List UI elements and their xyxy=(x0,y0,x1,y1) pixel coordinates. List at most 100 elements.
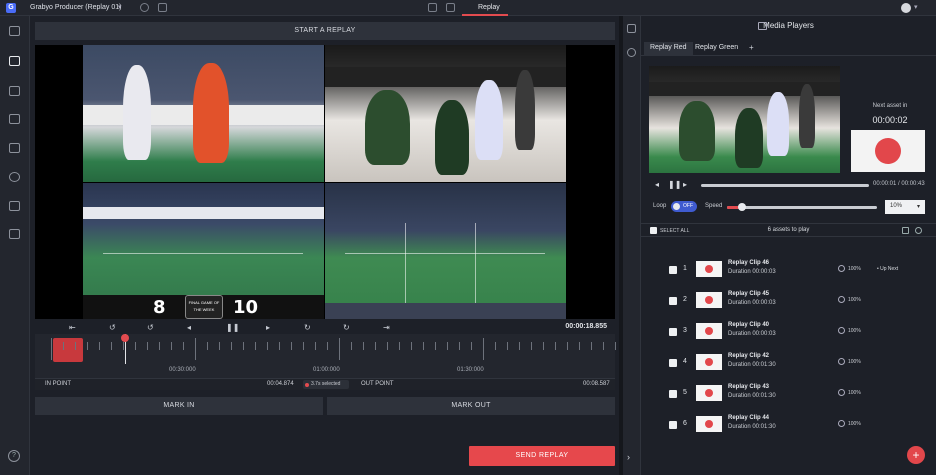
timeline-tick xyxy=(387,342,388,350)
asset-row[interactable]: 1 Replay Clip 46 Duration 00:00:03 100% • Up… xyxy=(641,256,936,287)
add-asset-button[interactable]: + xyxy=(907,446,925,464)
loop-toggle[interactable]: OFF xyxy=(671,201,697,212)
timeline-tick xyxy=(423,342,424,350)
globe-icon[interactable] xyxy=(9,172,20,182)
step-back-icon[interactable]: ◂ xyxy=(655,180,659,189)
timeline-label: 01:00:000 xyxy=(313,367,340,373)
playback-progress[interactable] xyxy=(701,184,869,187)
timeline-tick xyxy=(351,342,352,350)
settings-icon[interactable] xyxy=(627,48,636,57)
step-forward-icon[interactable]: ▸ xyxy=(266,323,270,332)
replay-icon[interactable] xyxy=(446,3,455,12)
asset-row[interactable]: 5 Replay Clip 43 Duration 00:01:30 100% xyxy=(641,380,936,411)
step-back-icon[interactable]: ◂ xyxy=(187,323,191,332)
replay-nav-icon[interactable] xyxy=(9,56,20,66)
settings-icon[interactable] xyxy=(140,3,149,12)
timeline-tick xyxy=(411,342,412,350)
pause-icon[interactable]: ❚❚ xyxy=(226,323,239,332)
timeline-tick xyxy=(555,342,556,350)
tab-replay-red[interactable]: Replay Red xyxy=(644,42,693,56)
timeline-scrubber[interactable]: 00:30:000 01:00:000 01:30:000 xyxy=(35,334,616,378)
settings-icon[interactable] xyxy=(915,227,922,234)
timeline-tick xyxy=(399,342,400,350)
speed-select[interactable]: 10% ▾ xyxy=(885,200,925,214)
timeline-tick xyxy=(459,342,460,350)
mark-out-button[interactable]: MARK OUT xyxy=(327,397,615,415)
next-asset-thumbnail[interactable] xyxy=(851,130,925,172)
chevron-down-icon[interactable]: ▾ xyxy=(914,3,918,11)
layout-icon[interactable] xyxy=(428,3,437,12)
timeline-label: 01:30:000 xyxy=(457,367,484,373)
speed-slider-handle[interactable] xyxy=(738,203,746,211)
app-title[interactable]: Grabyo Producer (Replay 01) xyxy=(30,4,121,11)
go-to-out-icon[interactable]: ⇥ xyxy=(383,323,390,332)
asset-checkbox[interactable] xyxy=(669,266,677,274)
timeline-tick xyxy=(99,342,100,350)
camera-feed-2[interactable] xyxy=(325,45,566,182)
in-point-label: IN POINT xyxy=(45,381,72,387)
asset-row[interactable]: 6 Replay Clip 44 Duration 00:01:30 100% xyxy=(641,411,936,442)
start-replay-button[interactable]: START A REPLAY xyxy=(35,22,615,40)
asset-thumbnail[interactable] xyxy=(696,385,722,401)
pause-icon[interactable]: ❚❚ xyxy=(668,180,681,189)
next-asset-label: Next asset in xyxy=(872,103,908,109)
analytics-icon[interactable] xyxy=(9,201,20,211)
asset-checkbox[interactable] xyxy=(669,328,677,336)
mark-out-label: MARK OUT xyxy=(451,402,491,409)
help-icon[interactable]: ? xyxy=(8,450,20,462)
asset-row[interactable]: 2 Replay Clip 45 Duration 00:00:03 100% xyxy=(641,287,936,318)
asset-thumbnail[interactable] xyxy=(696,292,722,308)
rewind-icon[interactable]: ↺ xyxy=(109,323,116,332)
timeline-tick xyxy=(111,342,112,350)
right-icon-rail xyxy=(623,16,641,475)
avatar[interactable] xyxy=(901,3,911,13)
forward-5s-icon[interactable]: ↻ xyxy=(304,323,311,332)
timeline-tick xyxy=(315,342,316,350)
camera-feed-3[interactable]: 8 FINAL GAME OF THE WEEK 10 xyxy=(83,183,324,319)
camera-feed-1[interactable] xyxy=(83,45,324,182)
tab-replay[interactable]: Replay xyxy=(462,0,508,16)
selection-range[interactable] xyxy=(53,338,83,362)
fast-forward-icon[interactable]: ↻ xyxy=(343,323,350,332)
asset-thumbnail[interactable] xyxy=(696,354,722,370)
chevron-down-icon[interactable]: ▾ xyxy=(118,3,122,11)
monitor-icon[interactable] xyxy=(158,3,167,12)
media-players-icon[interactable] xyxy=(627,24,636,33)
player-preview[interactable] xyxy=(649,66,840,173)
asset-checkbox[interactable] xyxy=(669,390,677,398)
asset-checkbox[interactable] xyxy=(669,297,677,305)
tab-replay-green[interactable]: Replay Green xyxy=(689,42,744,56)
back-5s-icon[interactable]: ↺ xyxy=(147,323,154,332)
asset-checkbox[interactable] xyxy=(669,421,677,429)
timeline-tick xyxy=(267,342,268,350)
asset-checkbox[interactable] xyxy=(669,359,677,367)
image-icon[interactable] xyxy=(9,229,20,239)
timeline-tick xyxy=(291,342,292,350)
step-forward-icon[interactable]: ▸ xyxy=(683,180,687,189)
asset-duration: Duration 00:00:03 xyxy=(728,331,776,337)
media-icon[interactable] xyxy=(9,86,20,96)
media-players-icon xyxy=(758,22,767,30)
asset-row[interactable]: 3 Replay Clip 40 Duration 00:00:03 100% xyxy=(641,318,936,349)
camera-feed-4[interactable] xyxy=(325,183,566,319)
top-bar: G Grabyo Producer (Replay 01) ▾ Replay ▾ xyxy=(0,0,936,16)
playhead-handle[interactable] xyxy=(121,334,129,342)
timeline-tick xyxy=(51,338,52,360)
send-replay-button[interactable]: SEND REPLAY xyxy=(469,446,615,466)
asset-thumbnail[interactable] xyxy=(696,261,722,277)
home-icon[interactable] xyxy=(9,26,20,36)
speed-slider[interactable] xyxy=(727,203,877,211)
mark-in-button[interactable]: MARK IN xyxy=(35,397,323,415)
folder-icon[interactable] xyxy=(9,143,20,153)
go-to-in-icon[interactable]: ⇤ xyxy=(69,323,76,332)
collapse-arrow-icon[interactable]: › xyxy=(627,452,630,462)
screen-icon[interactable] xyxy=(9,114,20,124)
asset-thumbnail[interactable] xyxy=(696,416,722,432)
next-asset-time: 00:00:02 xyxy=(872,115,908,125)
loop-speed-row: Loop OFF Speed 10% ▾ xyxy=(649,200,931,215)
asset-thumbnail[interactable] xyxy=(696,323,722,339)
asset-row[interactable]: 4 Replay Clip 42 Duration 00:01:30 100% xyxy=(641,349,936,380)
delete-icon[interactable] xyxy=(902,227,909,234)
asset-speed: 100% xyxy=(848,297,861,303)
add-tab-button[interactable]: + xyxy=(749,43,754,52)
